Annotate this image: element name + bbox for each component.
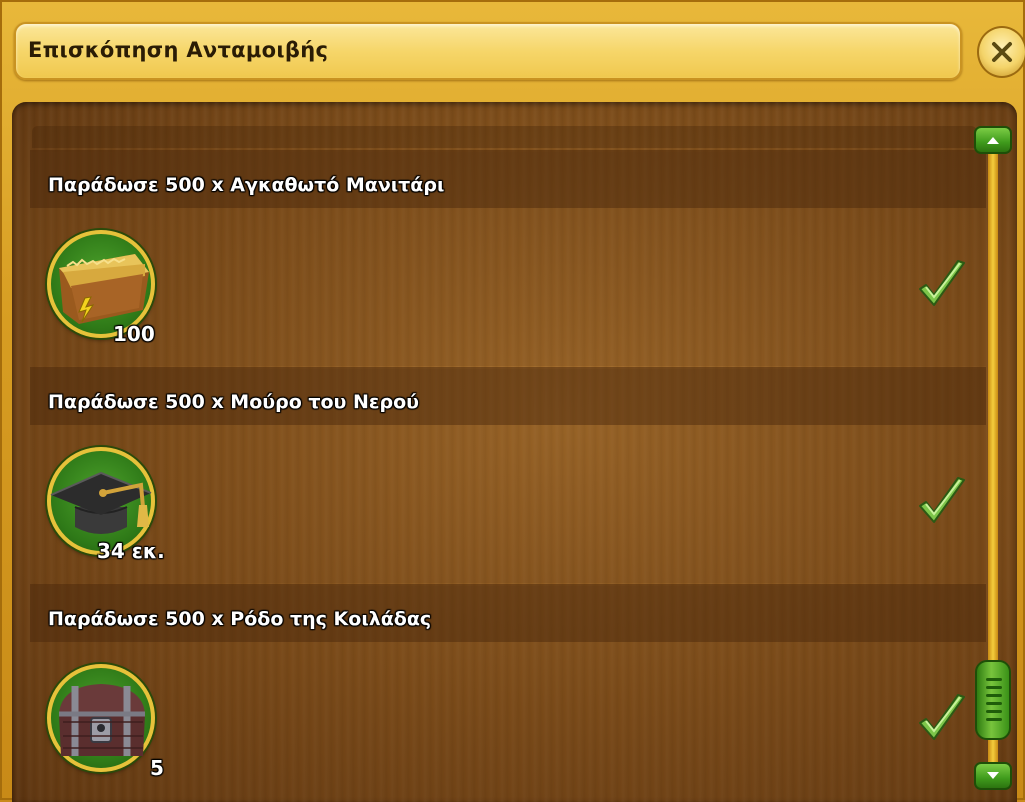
checkmark-icon — [919, 477, 965, 523]
arrow-up-icon — [987, 137, 999, 144]
title-bar: Επισκόπηση Ανταμοιβής — [14, 22, 962, 80]
reward-quantity: 5 — [150, 756, 164, 780]
scroll-up-button[interactable] — [974, 126, 1012, 154]
checkmark-icon — [919, 260, 965, 306]
reward-quantity: 100 — [113, 322, 155, 346]
item-title: Παράδωσε 500 x Αγκαθωτό Μανιτάρι — [48, 174, 445, 196]
close-icon — [992, 42, 1012, 62]
window-title: Επισκόπηση Ανταμοιβής — [28, 38, 329, 62]
thumb-grip-line — [986, 694, 1002, 697]
scroll-thumb[interactable] — [975, 660, 1011, 740]
scroll-down-button[interactable] — [974, 762, 1012, 790]
checkmark-icon — [919, 694, 965, 740]
reward-overview-window: Επισκόπηση Ανταμοιβής Παράδωσε 500 x Αγκ… — [0, 0, 1025, 802]
list-item: Παράδωσε 500 x Μούρο του Νερού 34 εκ. — [30, 367, 986, 583]
close-button[interactable] — [977, 26, 1025, 78]
list-item: Παράδωσε 500 x Αγκαθωτό Μανιτάρι 100 — [30, 150, 986, 366]
arrow-down-icon — [987, 772, 999, 779]
item-header: Παράδωσε 500 x Μούρο του Νερού — [30, 369, 986, 425]
reward-icon-slot[interactable] — [47, 664, 155, 772]
treasure-chest-icon — [59, 684, 145, 756]
item-header: Παράδωσε 500 x Ρόδο της Κοιλάδας — [30, 586, 986, 642]
item-title: Παράδωσε 500 x Ρόδο της Κοιλάδας — [48, 608, 432, 630]
thumb-grip-line — [986, 702, 1002, 705]
rewards-list-panel: Παράδωσε 500 x Αγκαθωτό Μανιτάρι 100 Παρ… — [12, 102, 1017, 802]
item-title: Παράδωσε 500 x Μούρο του Νερού — [48, 391, 419, 413]
list-top-divider — [32, 126, 977, 148]
thumb-grip-line — [986, 678, 1002, 681]
item-header: Παράδωσε 500 x Αγκαθωτό Μανιτάρι — [30, 152, 986, 208]
thumb-grip-line — [986, 686, 1002, 689]
thumb-grip-line — [986, 718, 1002, 721]
thumb-grip-line — [986, 710, 1002, 713]
vertical-scrollbar[interactable] — [972, 126, 1014, 792]
reward-quantity: 34 εκ. — [97, 539, 165, 563]
list-item: Παράδωσε 500 x Ρόδο της Κοιλάδας 5 — [30, 584, 986, 800]
